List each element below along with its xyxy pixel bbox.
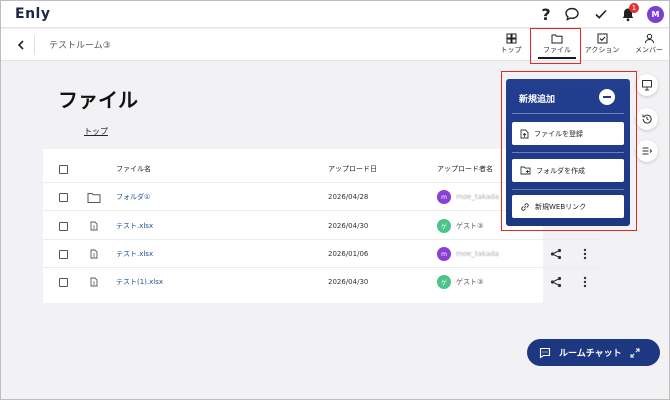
room-name: テストルーム③	[49, 41, 111, 51]
highlight-box-file-tab	[530, 28, 581, 64]
tab-label: メンバー	[635, 46, 663, 54]
back-button[interactable]	[13, 37, 29, 53]
file-name-link[interactable]: テスト(1).xlsx	[116, 268, 163, 296]
row-checkbox[interactable]	[59, 249, 68, 259]
uploader-avatar: ゲ	[437, 275, 451, 289]
tab-top[interactable]: トップ	[498, 31, 524, 59]
page-title: ファイル	[58, 88, 138, 112]
chat-button-label: ルームチャット	[559, 349, 622, 359]
list-panel-button[interactable]	[636, 140, 658, 162]
folder-add-icon	[520, 166, 531, 175]
more-vertical-icon	[583, 248, 587, 260]
tab-member[interactable]: メンバー	[633, 31, 665, 59]
top-header: Enly ? 1 M	[1, 1, 669, 28]
presentation-button[interactable]	[636, 74, 658, 96]
table-row[interactable]: テスト.xlsx 2026/01/06 m moe_takada	[43, 240, 603, 268]
close-popup-button[interactable]	[599, 89, 615, 105]
user-avatar[interactable]: M	[647, 6, 664, 23]
share-button[interactable]	[550, 240, 562, 268]
new-web-link-button[interactable]: 新規WEBリンク	[512, 195, 624, 218]
file-name-link[interactable]: テスト.xlsx	[116, 212, 153, 240]
uploader-name: ゲスト③	[456, 278, 484, 286]
more-menu-button[interactable]	[583, 268, 587, 296]
file-icon	[90, 221, 98, 231]
upload-date: 2026/04/28	[328, 193, 369, 201]
file-table: ファイル名 アップロード日 アップロード者名 フォルダ① 2026/04/28 …	[43, 149, 603, 303]
menu-item-label: ファイルを登録	[534, 129, 583, 138]
chat-icon	[539, 347, 551, 359]
menu-item-label: 新規WEBリンク	[535, 202, 587, 211]
divider	[512, 113, 624, 114]
column-header-name: ファイル名	[116, 165, 151, 173]
presentation-icon	[642, 80, 652, 91]
new-add-popup: 新規追加 ファイルを登録 フォルダを作成 新規WEBリンク	[506, 79, 630, 226]
breadcrumb-top[interactable]: トップ	[84, 126, 108, 137]
checkbox-icon	[597, 33, 607, 44]
uploader-avatar: ゲ	[437, 219, 451, 233]
file-icon	[90, 277, 98, 287]
file-icon	[90, 249, 98, 259]
divider	[512, 152, 624, 153]
upload-date: 2026/04/30	[328, 222, 369, 230]
column-header-date: アップロード日	[328, 165, 377, 173]
share-icon	[550, 276, 562, 288]
more-vertical-icon	[583, 276, 587, 288]
grid-icon	[506, 33, 516, 44]
menu-item-label: フォルダを作成	[536, 166, 585, 175]
upload-file-button[interactable]: ファイルを登録	[512, 122, 624, 145]
table-row[interactable]: テスト(1).xlsx 2026/04/30 ゲ ゲスト③	[43, 268, 603, 296]
create-folder-button[interactable]: フォルダを作成	[512, 159, 624, 182]
person-icon	[644, 33, 654, 44]
uploader-avatar: m	[437, 247, 451, 261]
minus-icon	[603, 96, 611, 98]
row-checkbox[interactable]	[59, 221, 68, 231]
link-icon	[521, 202, 529, 211]
file-name-link[interactable]: テスト.xlsx	[116, 240, 153, 268]
uploader-name: moe_takada	[456, 250, 499, 258]
share-icon	[550, 248, 562, 260]
uploader-name: ゲスト③	[456, 222, 484, 230]
tab-action[interactable]: アクション	[584, 31, 620, 59]
room-chat-button[interactable]: ルームチャット	[527, 339, 660, 366]
expand-icon	[630, 348, 640, 357]
file-upload-icon	[520, 129, 529, 138]
history-button[interactable]	[636, 108, 658, 130]
more-menu-button[interactable]	[583, 240, 587, 268]
uploader-avatar: m	[437, 190, 451, 204]
upload-date: 2026/01/06	[328, 250, 369, 258]
chat-bubble-icon[interactable]	[562, 4, 582, 24]
folder-icon	[87, 192, 101, 203]
row-checkbox[interactable]	[59, 192, 68, 202]
uploader-name: moe_takada	[456, 193, 499, 201]
divider	[512, 189, 624, 190]
upload-date: 2026/04/30	[328, 278, 369, 286]
tab-label: アクション	[584, 46, 620, 54]
list-icon	[642, 147, 653, 155]
column-header-uploader: アップロード者名	[437, 165, 493, 173]
share-button[interactable]	[550, 268, 562, 296]
history-icon	[642, 114, 652, 124]
notification-badge: 1	[629, 3, 639, 13]
file-name-link[interactable]: フォルダ①	[116, 183, 150, 211]
tab-label: トップ	[500, 46, 522, 54]
popup-title: 新規追加	[519, 95, 556, 105]
check-icon[interactable]	[591, 4, 611, 24]
help-icon[interactable]: ?	[536, 4, 556, 24]
row-checkbox[interactable]	[59, 277, 68, 287]
select-all-checkbox[interactable]	[59, 164, 68, 174]
divider	[34, 35, 35, 55]
enly-logo[interactable]: Enly	[15, 6, 50, 22]
